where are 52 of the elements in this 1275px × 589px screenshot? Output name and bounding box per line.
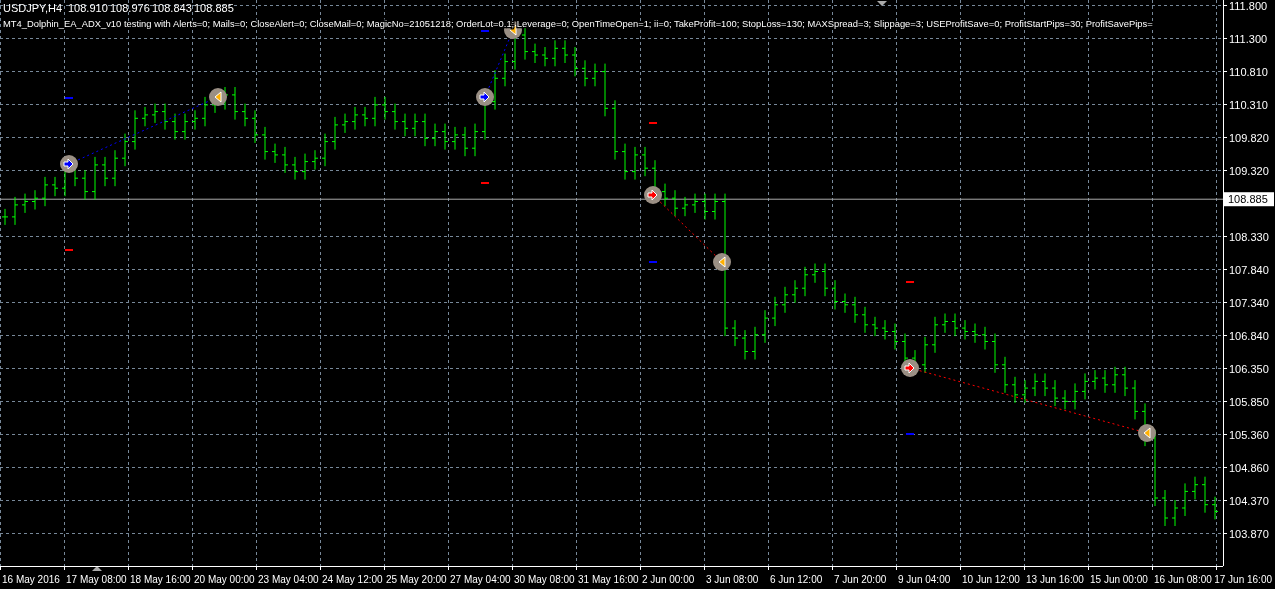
- stop-loss-mark: [906, 281, 914, 283]
- time-axis-label: 18 May 16:00: [130, 574, 191, 585]
- ohlc-value: 108.843: [152, 2, 192, 14]
- time-axis-label: 9 Jun 04:00: [898, 574, 951, 585]
- time-axis-label: 31 May 16:00: [578, 574, 639, 585]
- time-axis-label: 17 May 08:00: [66, 574, 127, 585]
- ohlc-value: 108.885: [194, 2, 234, 14]
- take-profit-mark: [65, 97, 73, 99]
- symbol-title: USDJPY,H4: [3, 2, 63, 14]
- price-axis-label: 105.850: [1229, 395, 1269, 408]
- time-axis-label: 3 Jun 08:00: [706, 574, 759, 585]
- stop-loss-mark: [649, 122, 657, 124]
- time-axis-label: 6 Jun 12:00: [770, 574, 823, 585]
- price-axis-label: 107.840: [1229, 263, 1269, 276]
- price-axis-label: 106.350: [1229, 362, 1269, 375]
- take-profit-mark: [649, 261, 657, 263]
- price-axis-label: 109.820: [1229, 131, 1269, 144]
- price-axis-label: 110.310: [1229, 98, 1268, 111]
- price-axis-label: 109.320: [1229, 164, 1269, 177]
- stop-loss-mark: [481, 182, 489, 184]
- price-axis-label: 104.370: [1229, 494, 1269, 507]
- price-axis-label: 108.330: [1229, 230, 1269, 243]
- price-axis-label: 106.840: [1229, 329, 1269, 342]
- time-axis-label: 25 May 20:00: [386, 574, 447, 585]
- time-axis-label: 20 May 00:00: [194, 574, 255, 585]
- price-axis-label: 111.800: [1229, 0, 1268, 12]
- chart-shift-icon[interactable]: [92, 566, 102, 571]
- take-profit-mark: [906, 433, 914, 435]
- time-axis-label: 17 Jun 16:00: [1214, 574, 1272, 585]
- price-axis-label: 110.810: [1229, 65, 1268, 78]
- time-axis-label: 16 Jun 08:00: [1154, 574, 1212, 585]
- stop-loss-mark: [65, 249, 73, 251]
- time-axis-label: 16 May 2016: [2, 574, 60, 585]
- price-axis-label: 104.860: [1229, 461, 1269, 474]
- time-axis-label: 24 May 12:00: [322, 574, 383, 585]
- ohlc-value: 108.910: [68, 2, 108, 14]
- time-axis-label: 13 Jun 16:00: [1026, 574, 1084, 585]
- price-axis-label: 107.340: [1229, 296, 1269, 309]
- time-axis-label: 23 May 04:00: [258, 574, 319, 585]
- time-axis-label: 2 Jun 00:00: [642, 574, 695, 585]
- ohlc-value: 108.976: [110, 2, 150, 14]
- time-axis-label: 27 May 04:00: [450, 574, 511, 585]
- take-profit-mark: [481, 30, 489, 32]
- price-axis-label: 105.360: [1229, 428, 1269, 441]
- time-axis-label: 30 May 08:00: [514, 574, 575, 585]
- time-axis-label: 7 Jun 20:00: [834, 574, 887, 585]
- time-axis-label: 10 Jun 12:00: [962, 574, 1020, 585]
- current-price-tag: 108.885: [1224, 192, 1274, 207]
- price-axis-label: 103.870: [1229, 527, 1269, 540]
- time-axis-label: 15 Jun 00:00: [1090, 574, 1148, 585]
- chart-shift-icon[interactable]: [877, 1, 887, 6]
- price-axis-label: 111.300: [1229, 32, 1268, 45]
